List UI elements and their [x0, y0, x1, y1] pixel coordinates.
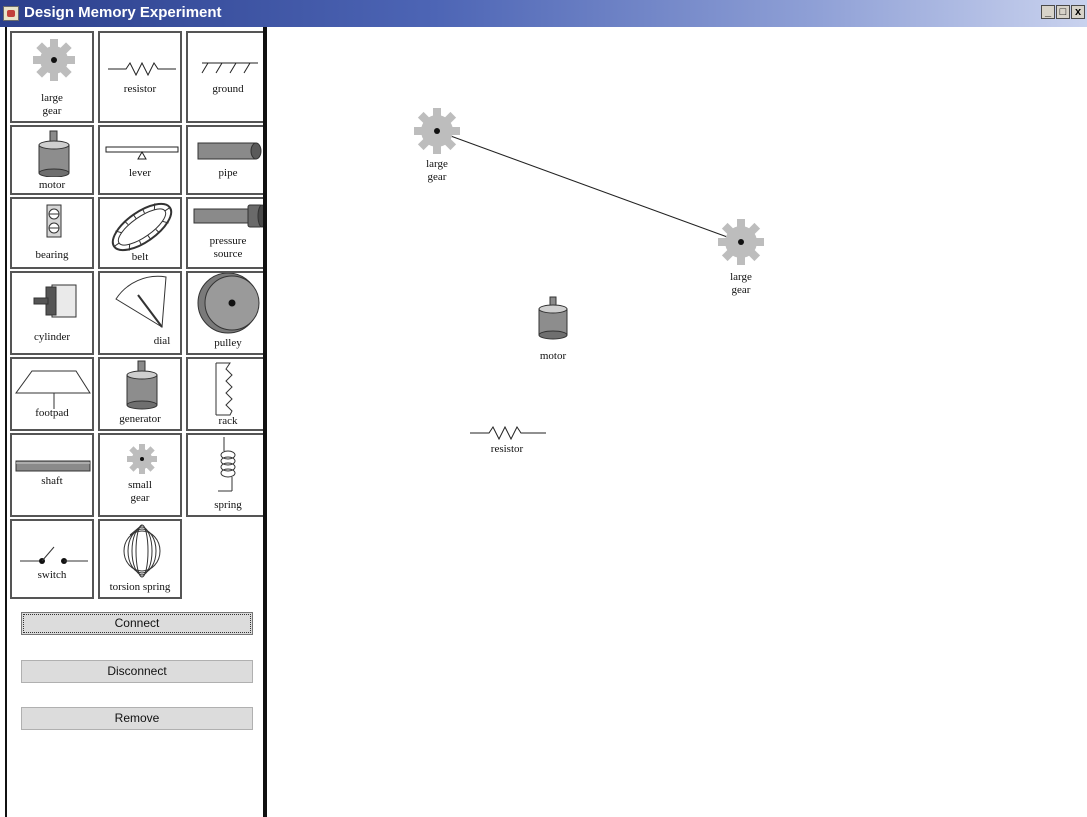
- generator-icon: [126, 360, 158, 410]
- palette-item-label: rack: [218, 415, 238, 427]
- canvas-component-label: motor: [539, 350, 567, 362]
- bearing-icon: [46, 204, 62, 238]
- palette-item-rack[interactable]: rack: [186, 357, 270, 431]
- switch-icon: [20, 546, 88, 564]
- palette-item-pressure-source[interactable]: pressure source: [186, 197, 270, 269]
- palette-item-generator[interactable]: generator: [98, 357, 182, 431]
- palette-item-large-gear[interactable]: large gear: [10, 31, 94, 123]
- palette-item-ground[interactable]: ground: [186, 31, 270, 123]
- dial-icon: [115, 275, 167, 328]
- palette-item-motor[interactable]: motor: [10, 125, 94, 195]
- design-canvas[interactable]: large gear large gear motor resistor: [267, 27, 1087, 817]
- component-palette-panel: large gear resistor ground motor lever p…: [5, 27, 270, 817]
- connection-line[interactable]: [436, 130, 742, 243]
- canvas-component-label: large gear: [426, 158, 448, 183]
- palette-item-label: large gear: [41, 92, 63, 117]
- spring-icon: [218, 437, 236, 492]
- small-gear-icon: [127, 444, 157, 474]
- palette-item-small-gear[interactable]: small gear: [98, 433, 182, 517]
- palette-item-torsion-spring[interactable]: torsion spring: [98, 519, 182, 599]
- palette-item-lever[interactable]: lever: [98, 125, 182, 195]
- palette-item-label: torsion spring: [109, 581, 171, 593]
- large-gear-icon[interactable]: [414, 108, 460, 154]
- palette-item-label: cylinder: [33, 331, 71, 343]
- palette-item-footpad[interactable]: footpad: [10, 357, 94, 431]
- resistor-icon[interactable]: [470, 425, 546, 441]
- canvas-component-label: large gear: [730, 271, 752, 296]
- large-gear-icon[interactable]: [718, 219, 764, 265]
- palette-item-switch[interactable]: switch: [10, 519, 94, 599]
- palette-item-label: shaft: [41, 475, 63, 487]
- palette-item-cylinder[interactable]: cylinder: [10, 271, 94, 355]
- cylinder-icon: [33, 284, 77, 318]
- palette-item-label: lever: [129, 167, 151, 179]
- palette-item-shaft[interactable]: shaft: [10, 433, 94, 517]
- app-icon: [3, 6, 19, 21]
- palette-item-label: small gear: [128, 479, 152, 504]
- title-bar: Design Memory Experiment _ □ x: [0, 0, 1087, 27]
- palette-item-label: switch: [37, 569, 67, 581]
- palette-item-label: belt: [131, 251, 149, 263]
- connect-button[interactable]: Connect: [21, 612, 253, 635]
- palette-item-label: pulley: [214, 337, 242, 349]
- palette-item-resistor[interactable]: resistor: [98, 31, 182, 123]
- maximize-button[interactable]: □: [1056, 5, 1070, 19]
- palette-item-pulley[interactable]: pulley: [186, 271, 270, 355]
- canvas-component-label: resistor: [490, 443, 524, 455]
- canvas-drawing: [414, 108, 764, 441]
- palette-item-pipe[interactable]: pipe: [186, 125, 270, 195]
- palette-item-label: spring: [214, 499, 242, 511]
- palette-item-label: generator: [119, 413, 161, 425]
- rack-icon: [215, 362, 233, 416]
- remove-button[interactable]: Remove: [21, 707, 253, 730]
- palette-item-label: ground: [212, 83, 244, 95]
- palette-item-dial[interactable]: dial: [98, 271, 182, 355]
- palette-item-label: pressure source: [209, 235, 247, 260]
- palette-item-belt[interactable]: belt: [98, 197, 182, 269]
- palette-item-label: footpad: [35, 407, 69, 419]
- window-title: Design Memory Experiment: [24, 4, 222, 21]
- pressure-source-icon: [193, 204, 267, 228]
- motor-icon[interactable]: [538, 296, 568, 340]
- palette-item-bearing[interactable]: bearing: [10, 197, 94, 269]
- minimize-button[interactable]: _: [1041, 5, 1055, 19]
- large-gear-icon: [33, 39, 75, 81]
- palette-item-label: bearing: [35, 249, 69, 261]
- disconnect-button[interactable]: Disconnect: [21, 660, 253, 683]
- pulley-icon: [197, 273, 260, 334]
- palette-item-label: pipe: [218, 167, 238, 179]
- palette-item-label: motor: [38, 179, 66, 191]
- torsion-spring-icon: [123, 524, 161, 578]
- close-button[interactable]: x: [1071, 5, 1085, 19]
- belt-icon: [111, 202, 173, 252]
- motor-icon: [38, 130, 70, 177]
- palette-item-spring[interactable]: spring: [186, 433, 270, 517]
- palette-item-label: dial: [153, 335, 171, 347]
- palette-item-label: resistor: [123, 83, 157, 95]
